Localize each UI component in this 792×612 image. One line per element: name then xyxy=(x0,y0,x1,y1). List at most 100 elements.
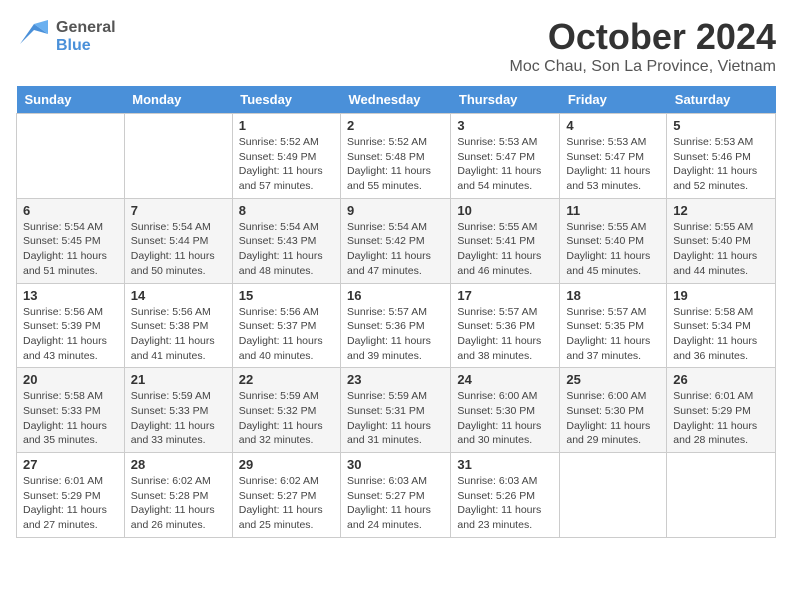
day-info: Sunrise: 5:57 AM Sunset: 5:35 PM Dayligh… xyxy=(566,305,660,364)
day-number: 11 xyxy=(566,203,660,218)
calendar-cell: 30Sunrise: 6:03 AM Sunset: 5:27 PM Dayli… xyxy=(341,453,451,538)
calendar-cell: 3 Sunrise: 5:53 AM Sunset: 5:47 PM Daylig… xyxy=(451,114,560,199)
day-number: 9 xyxy=(347,203,444,218)
day-number: 30 xyxy=(347,457,444,472)
day-info: Sunrise: 5:54 AM Sunset: 5:43 PM Dayligh… xyxy=(239,220,334,279)
day-number: 27 xyxy=(23,457,118,472)
logo-svg xyxy=(16,16,52,52)
day-number: 18 xyxy=(566,288,660,303)
calendar-cell: 6 Sunrise: 5:54 AM Sunset: 5:45 PM Daylig… xyxy=(17,198,125,283)
page-header: General Blue October 2024 Moc Chau, Son … xyxy=(16,16,776,76)
calendar-cell: 14 Sunrise: 5:56 AM Sunset: 5:38 PM Dayli… xyxy=(124,283,232,368)
day-number: 7 xyxy=(131,203,226,218)
calendar-cell: 17Sunrise: 5:57 AM Sunset: 5:36 PM Dayli… xyxy=(451,283,560,368)
calendar-cell: 25 Sunrise: 6:00 AM Sunset: 5:30 PM Dayli… xyxy=(560,368,667,453)
th-sunday: Sunday xyxy=(17,86,125,114)
calendar-cell: 9Sunrise: 5:54 AM Sunset: 5:42 PM Daylig… xyxy=(341,198,451,283)
th-wednesday: Wednesday xyxy=(341,86,451,114)
day-info: Sunrise: 5:55 AM Sunset: 5:40 PM Dayligh… xyxy=(673,220,769,279)
calendar-cell: 7 Sunrise: 5:54 AM Sunset: 5:44 PM Daylig… xyxy=(124,198,232,283)
calendar-cell: 31 Sunrise: 6:03 AM Sunset: 5:26 PM Dayli… xyxy=(451,453,560,538)
day-number: 22 xyxy=(239,372,334,387)
day-number: 26 xyxy=(673,372,769,387)
day-info: Sunrise: 6:02 AM Sunset: 5:27 PM Dayligh… xyxy=(239,474,334,533)
logo-icon xyxy=(16,16,52,58)
day-number: 14 xyxy=(131,288,226,303)
day-info: Sunrise: 6:01 AM Sunset: 5:29 PM Dayligh… xyxy=(23,474,118,533)
th-friday: Friday xyxy=(560,86,667,114)
calendar-cell: 20 Sunrise: 5:58 AM Sunset: 5:33 PM Dayli… xyxy=(17,368,125,453)
day-number: 12 xyxy=(673,203,769,218)
day-number: 25 xyxy=(566,372,660,387)
day-number: 19 xyxy=(673,288,769,303)
day-info: Sunrise: 6:03 AM Sunset: 5:26 PM Dayligh… xyxy=(457,474,553,533)
day-number: 28 xyxy=(131,457,226,472)
day-info: Sunrise: 5:55 AM Sunset: 5:40 PM Dayligh… xyxy=(566,220,660,279)
calendar-week-row: 13Sunrise: 5:56 AM Sunset: 5:39 PM Dayli… xyxy=(17,283,776,368)
day-info: Sunrise: 5:54 AM Sunset: 5:45 PM Dayligh… xyxy=(23,220,118,279)
th-thursday: Thursday xyxy=(451,86,560,114)
day-info: Sunrise: 5:58 AM Sunset: 5:33 PM Dayligh… xyxy=(23,389,118,448)
calendar-cell: 19 Sunrise: 5:58 AM Sunset: 5:34 PM Dayli… xyxy=(667,283,776,368)
logo-blue-text: Blue xyxy=(56,37,116,55)
calendar-cell: 28 Sunrise: 6:02 AM Sunset: 5:28 PM Dayli… xyxy=(124,453,232,538)
day-info: Sunrise: 5:57 AM Sunset: 5:36 PM Dayligh… xyxy=(457,305,553,364)
calendar-cell: 16 Sunrise: 5:57 AM Sunset: 5:36 PM Dayli… xyxy=(341,283,451,368)
calendar-cell: 27 Sunrise: 6:01 AM Sunset: 5:29 PM Dayli… xyxy=(17,453,125,538)
title-area: October 2024 Moc Chau, Son La Province, … xyxy=(509,16,776,76)
day-number: 5 xyxy=(673,118,769,133)
day-info: Sunrise: 5:55 AM Sunset: 5:41 PM Dayligh… xyxy=(457,220,553,279)
calendar-cell: 11 Sunrise: 5:55 AM Sunset: 5:40 PM Dayli… xyxy=(560,198,667,283)
calendar-cell: 26 Sunrise: 6:01 AM Sunset: 5:29 PM Dayli… xyxy=(667,368,776,453)
th-saturday: Saturday xyxy=(667,86,776,114)
day-info: Sunrise: 5:53 AM Sunset: 5:47 PM Dayligh… xyxy=(566,135,660,194)
day-number: 4 xyxy=(566,118,660,133)
calendar-cell: 22Sunrise: 5:59 AM Sunset: 5:32 PM Dayli… xyxy=(232,368,340,453)
location-text: Moc Chau, Son La Province, Vietnam xyxy=(509,58,776,76)
day-info: Sunrise: 5:59 AM Sunset: 5:31 PM Dayligh… xyxy=(347,389,444,448)
day-info: Sunrise: 5:54 AM Sunset: 5:44 PM Dayligh… xyxy=(131,220,226,279)
day-number: 6 xyxy=(23,203,118,218)
day-number: 16 xyxy=(347,288,444,303)
day-info: Sunrise: 6:02 AM Sunset: 5:28 PM Dayligh… xyxy=(131,474,226,533)
calendar-cell xyxy=(17,114,125,199)
day-number: 8 xyxy=(239,203,334,218)
day-info: Sunrise: 5:52 AM Sunset: 5:49 PM Dayligh… xyxy=(239,135,334,194)
month-title: October 2024 xyxy=(509,16,776,58)
calendar-cell xyxy=(560,453,667,538)
day-info: Sunrise: 5:56 AM Sunset: 5:38 PM Dayligh… xyxy=(131,305,226,364)
day-number: 31 xyxy=(457,457,553,472)
day-number: 20 xyxy=(23,372,118,387)
day-info: Sunrise: 5:56 AM Sunset: 5:37 PM Dayligh… xyxy=(239,305,334,364)
calendar-cell xyxy=(667,453,776,538)
calendar-cell: 24Sunrise: 6:00 AM Sunset: 5:30 PM Dayli… xyxy=(451,368,560,453)
day-info: Sunrise: 5:53 AM Sunset: 5:47 PM Dayligh… xyxy=(457,135,553,194)
calendar-cell: 12 Sunrise: 5:55 AM Sunset: 5:40 PM Dayli… xyxy=(667,198,776,283)
day-info: Sunrise: 5:58 AM Sunset: 5:34 PM Dayligh… xyxy=(673,305,769,364)
day-number: 24 xyxy=(457,372,553,387)
calendar-cell: 4 Sunrise: 5:53 AM Sunset: 5:47 PM Daylig… xyxy=(560,114,667,199)
calendar-cell: 10Sunrise: 5:55 AM Sunset: 5:41 PM Dayli… xyxy=(451,198,560,283)
day-number: 3 xyxy=(457,118,553,133)
logo: General Blue xyxy=(16,16,116,58)
day-number: 23 xyxy=(347,372,444,387)
day-number: 21 xyxy=(131,372,226,387)
calendar-cell: 13Sunrise: 5:56 AM Sunset: 5:39 PM Dayli… xyxy=(17,283,125,368)
calendar-cell: 1Sunrise: 5:52 AM Sunset: 5:49 PM Daylig… xyxy=(232,114,340,199)
calendar-cell: 23 Sunrise: 5:59 AM Sunset: 5:31 PM Dayli… xyxy=(341,368,451,453)
th-monday: Monday xyxy=(124,86,232,114)
day-info: Sunrise: 5:52 AM Sunset: 5:48 PM Dayligh… xyxy=(347,135,444,194)
day-info: Sunrise: 5:53 AM Sunset: 5:46 PM Dayligh… xyxy=(673,135,769,194)
day-info: Sunrise: 5:57 AM Sunset: 5:36 PM Dayligh… xyxy=(347,305,444,364)
calendar-cell: 29Sunrise: 6:02 AM Sunset: 5:27 PM Dayli… xyxy=(232,453,340,538)
calendar-cell: 8 Sunrise: 5:54 AM Sunset: 5:43 PM Daylig… xyxy=(232,198,340,283)
calendar-week-row: 6 Sunrise: 5:54 AM Sunset: 5:45 PM Daylig… xyxy=(17,198,776,283)
calendar-cell: 15 Sunrise: 5:56 AM Sunset: 5:37 PM Dayli… xyxy=(232,283,340,368)
day-info: Sunrise: 6:01 AM Sunset: 5:29 PM Dayligh… xyxy=(673,389,769,448)
day-info: Sunrise: 5:59 AM Sunset: 5:33 PM Dayligh… xyxy=(131,389,226,448)
day-info: Sunrise: 6:00 AM Sunset: 5:30 PM Dayligh… xyxy=(566,389,660,448)
calendar-table: Sunday Monday Tuesday Wednesday Thursday… xyxy=(16,86,776,538)
calendar-cell: 2 Sunrise: 5:52 AM Sunset: 5:48 PM Daylig… xyxy=(341,114,451,199)
day-number: 2 xyxy=(347,118,444,133)
day-number: 15 xyxy=(239,288,334,303)
